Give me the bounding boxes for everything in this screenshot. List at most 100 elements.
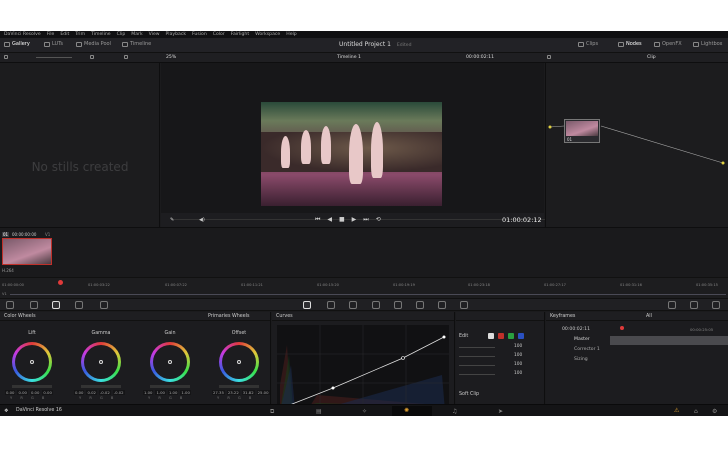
menu-item[interactable]: Mark [131, 32, 142, 37]
settings-icon[interactable]: ⚙ [712, 408, 717, 415]
gamma-label: Gamma [91, 331, 111, 336]
media-page-icon[interactable]: ⧉ [270, 408, 274, 416]
color-node[interactable]: 01 [564, 119, 600, 143]
channel-y-button[interactable] [488, 333, 494, 339]
curves-icon[interactable] [303, 301, 311, 309]
transport-controls[interactable]: ⏮◀■▶⏭⟲ [315, 216, 388, 224]
node-clip-select[interactable]: Clip [647, 55, 656, 60]
gain-wheel[interactable] [150, 342, 190, 382]
color-wheels-icon[interactable] [52, 301, 60, 309]
menu-item[interactable]: View [149, 32, 160, 37]
menu-item[interactable]: Fairlight [231, 32, 249, 37]
lift-wheel[interactable] [12, 342, 52, 382]
gamma-values: 0.00 0.02 -0.02 -0.02 [74, 390, 125, 395]
corrector-track[interactable]: Corrector 1 [574, 347, 600, 352]
edit-page-icon[interactable]: ▤ [316, 408, 322, 415]
home-icon[interactable]: ⌂ [694, 408, 698, 415]
blur-icon[interactable] [394, 301, 402, 309]
offset-master-slider[interactable] [219, 385, 259, 388]
mini-timeline[interactable]: 01:00:00:00 01:00:03:22 01:00:07:22 01:0… [0, 277, 728, 298]
node-editor: 01 [545, 63, 728, 227]
channel-g-button[interactable] [508, 333, 514, 339]
menu-item[interactable]: Clip [117, 32, 126, 37]
qualifier-icon[interactable] [327, 301, 335, 309]
hdr-icon[interactable] [75, 301, 83, 309]
stills-size-slider[interactable] [36, 57, 72, 58]
app-version: DaVinci Resolve 16 [16, 408, 62, 413]
offset-channel-labels: Y R G B [217, 396, 255, 400]
speaker-icon[interactable]: ◀) [199, 217, 205, 223]
menu-item[interactable]: File [47, 32, 55, 37]
keyframe-icon[interactable] [690, 301, 698, 309]
menu-item[interactable]: Help [286, 32, 296, 37]
intensity-rows: 100 100 100 100 [459, 344, 539, 380]
fusion-page-icon[interactable]: ✧ [362, 408, 367, 415]
keyframes-header: Keyframes All [546, 312, 728, 321]
tracker-icon[interactable] [372, 301, 380, 309]
camera-raw-icon[interactable] [6, 301, 14, 309]
channel-r-button[interactable] [498, 333, 504, 339]
sizing-track[interactable]: Sizing [574, 357, 588, 362]
wheels-mode-select[interactable]: Primaries Wheels [208, 314, 250, 319]
key-icon[interactable] [416, 301, 424, 309]
gain-master-slider[interactable] [150, 385, 190, 388]
node-thumbnail [566, 121, 598, 136]
zoom-select[interactable]: 25% [166, 55, 176, 60]
gallery-button[interactable]: Gallery [4, 41, 30, 47]
grid-icon[interactable] [4, 54, 8, 59]
master-track: Master [574, 337, 590, 342]
color-page-icon[interactable]: ✺ [404, 407, 409, 414]
timeline-select[interactable]: Timeline 1 [337, 55, 361, 60]
menu-item[interactable]: Timeline [91, 32, 111, 37]
keyframes-filter[interactable]: All [646, 314, 652, 319]
menu-item[interactable]: Fusion [192, 32, 207, 37]
sizing-icon[interactable] [438, 301, 446, 309]
menu-item[interactable]: Trim [75, 32, 85, 37]
node-wires [548, 125, 725, 165]
menu-item[interactable]: Color [213, 32, 225, 37]
luts-button[interactable]: LUTs [44, 41, 63, 47]
lift-master-slider[interactable] [12, 385, 52, 388]
media-pool-button[interactable]: Media Pool [76, 41, 111, 47]
deliver-page-icon[interactable]: ➤ [498, 408, 503, 415]
color-page-tab[interactable] [392, 406, 432, 416]
ruler-tick: 01:00:27:17 [544, 283, 566, 287]
playhead[interactable] [58, 280, 63, 285]
channel-b-button[interactable] [518, 333, 524, 339]
offset-wheel[interactable] [219, 342, 259, 382]
project-status: Edited [396, 43, 412, 48]
track-bar [10, 294, 726, 295]
timeline-button[interactable]: Timeline [122, 41, 151, 47]
lightbox-button[interactable]: Lightbox [693, 41, 723, 47]
3d-icon[interactable] [460, 301, 468, 309]
pen-icon[interactable]: ✎ [170, 217, 174, 223]
keyframes-panel: Keyframes All 00:00:02:11 00:00:25:05 Ma… [546, 312, 728, 416]
list-view-icon[interactable] [90, 54, 94, 59]
fairlight-page-icon[interactable]: ♫ [452, 408, 457, 415]
color-match-icon[interactable] [30, 301, 38, 309]
rgb-mixer-icon[interactable] [100, 301, 108, 309]
window-icon[interactable] [349, 301, 357, 309]
openfx-button[interactable]: OpenFX [654, 41, 682, 47]
info-icon[interactable] [712, 301, 720, 309]
ruler-tick: 01:00:11:21 [241, 283, 263, 287]
menu-item[interactable]: Playback [166, 32, 187, 37]
menu-item[interactable]: Edit [60, 32, 69, 37]
menu-item[interactable]: DaVinci Resolve [4, 32, 41, 37]
clips-button[interactable]: Clips [578, 41, 598, 47]
clip-thumbnail[interactable] [2, 238, 52, 265]
warning-icon[interactable]: ⚠ [674, 407, 679, 414]
gamma-wheel[interactable] [81, 342, 121, 382]
menu-item[interactable]: Workspace [255, 32, 280, 37]
pointer-icon[interactable] [547, 54, 551, 59]
video-person [349, 124, 363, 184]
gain-channel-labels: Y R G B [148, 396, 186, 400]
search-icon[interactable] [124, 54, 128, 59]
keyframe-playhead[interactable] [620, 326, 624, 330]
nodes-button[interactable]: Nodes [618, 41, 642, 47]
scopes-icon[interactable] [668, 301, 676, 309]
curve-graph[interactable] [277, 325, 449, 412]
clip-codec: H.264 [2, 268, 14, 273]
gamma-master-slider[interactable] [81, 385, 121, 388]
ruler-tick: 01:00:19:19 [393, 283, 415, 287]
